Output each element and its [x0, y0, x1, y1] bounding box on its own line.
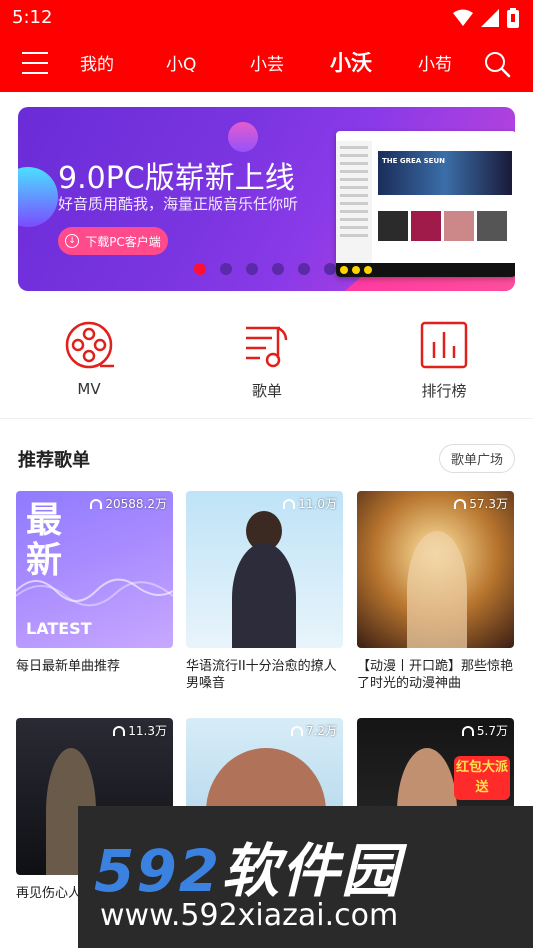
play-count: 7.2万: [290, 722, 337, 739]
playlist-card[interactable]: 最新 LATEST 20588.2万 每日最新单曲推荐: [16, 491, 173, 675]
section-title: 推荐歌单: [18, 450, 90, 471]
watermark-url: www.592xiazai.com: [100, 898, 399, 933]
carousel-dot[interactable]: [220, 263, 232, 275]
download-pc-button[interactable]: ↓ 下载PC客户端: [58, 227, 168, 255]
tab-xiaoyun[interactable]: 小芸: [250, 50, 284, 75]
quick-link-mv[interactable]: MV: [29, 320, 149, 398]
carousel-dot[interactable]: [298, 263, 310, 275]
promo-banner[interactable]: 9.0PC版崭新上线 好音质用酷我，海量正版音乐任你听 ↓ 下载PC客户端 TH…: [18, 107, 515, 291]
playlist-cover[interactable]: 11.0万: [186, 491, 343, 648]
watermark-title: 592软件园: [94, 837, 402, 905]
quick-link-playlist[interactable]: 歌单: [207, 320, 327, 401]
tab-xiaoq[interactable]: 小Q: [166, 50, 196, 75]
playlist-note-icon: [246, 326, 288, 368]
playlist-cover[interactable]: 最新 LATEST 20588.2万: [16, 491, 173, 648]
section-divider: [0, 418, 533, 419]
quick-link-label: 歌单: [251, 382, 282, 400]
headphones-icon: [113, 725, 126, 736]
download-icon: ↓: [65, 234, 80, 248]
carousel-dot[interactable]: [246, 263, 258, 275]
wifi-icon: [453, 9, 473, 26]
quick-link-label: 排行榜: [421, 382, 467, 400]
decor-blob: [228, 122, 258, 152]
play-count: 11.0万: [283, 495, 337, 512]
play-count: 57.3万: [454, 495, 508, 512]
headphones-icon: [454, 498, 467, 509]
menu-icon[interactable]: [22, 52, 48, 74]
quick-link-ranking[interactable]: 排行榜: [384, 320, 504, 401]
quick-link-label: MV: [77, 380, 101, 398]
status-icons: [453, 8, 519, 28]
headphones-icon: [290, 725, 303, 736]
tab-mine[interactable]: 我的: [80, 50, 114, 75]
playlist-title[interactable]: 每日最新单曲推荐: [16, 658, 173, 675]
site-watermark: 592软件园 www.592xiazai.com: [78, 806, 533, 948]
battery-icon: [507, 8, 519, 28]
headphones-icon: [461, 725, 474, 736]
playlist-title[interactable]: 【动漫丨开口跪】那些惊艳了时光的动漫神曲: [357, 658, 514, 692]
tab-xiaowo[interactable]: 小沃: [330, 47, 372, 77]
play-count: 20588.2万: [90, 495, 167, 512]
red-packet-badge: 红包大派送: [454, 756, 510, 800]
playlist-card[interactable]: 11.0万 华语流行II十分治愈的撩人男嗓音: [186, 491, 343, 692]
tab-xiaogou[interactable]: 小苟: [418, 50, 452, 75]
carousel-dots: [194, 263, 336, 275]
decor-blob: [18, 167, 58, 227]
signal-icon: [481, 9, 499, 27]
banner-subtitle: 好音质用酷我，海量正版音乐任你听: [58, 195, 299, 213]
carousel-dot[interactable]: [272, 263, 284, 275]
playlist-square-button[interactable]: 歌单广场: [439, 444, 515, 473]
play-count: 5.7万: [461, 722, 508, 739]
pc-client-screenshot: THE GREA SEUN: [336, 131, 515, 277]
carousel-dot[interactable]: [194, 263, 206, 275]
chart-bars-icon: [420, 321, 468, 369]
download-pc-label: 下载PC客户端: [85, 234, 161, 249]
search-icon[interactable]: [483, 50, 511, 78]
status-time: 5:12: [12, 7, 53, 28]
playlist-title[interactable]: 华语流行II十分治愈的撩人男嗓音: [186, 658, 343, 692]
headphones-icon: [90, 498, 103, 509]
banner-title: 9.0PC版崭新上线: [58, 161, 295, 196]
playlist-cover[interactable]: 57.3万: [357, 491, 514, 648]
status-bar: 5:12: [0, 0, 533, 36]
cover-latest-text: LATEST: [26, 619, 92, 638]
play-count: 11.3万: [113, 722, 167, 739]
top-nav: 我的 小Q 小芸 小沃 小苟: [0, 36, 533, 92]
carousel-dot[interactable]: [324, 263, 336, 275]
playlist-card[interactable]: 57.3万 【动漫丨开口跪】那些惊艳了时光的动漫神曲: [357, 491, 514, 692]
headphones-icon: [283, 498, 296, 509]
mock-hero-text: THE GREA SEUN: [382, 157, 445, 165]
wave-decoration: [16, 578, 173, 607]
cover-text: 最: [26, 500, 63, 541]
film-reel-icon: [65, 321, 114, 369]
